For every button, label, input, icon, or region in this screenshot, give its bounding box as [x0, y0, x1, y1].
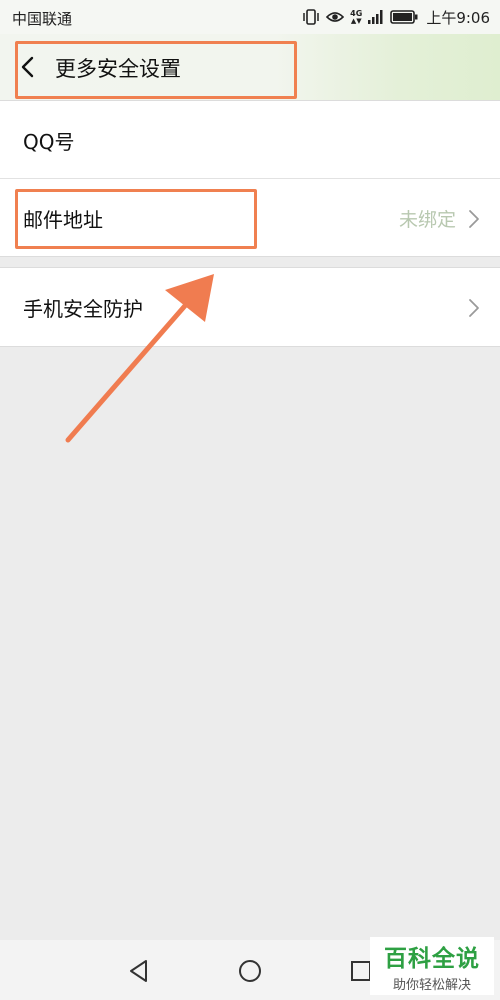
chevron-right-icon	[469, 299, 479, 317]
watermark-logo: 百科全说 助你轻松解决	[370, 937, 494, 995]
nav-back-icon[interactable]	[126, 958, 152, 984]
row-label-email: 邮件地址	[23, 208, 103, 232]
signal-icon	[368, 10, 383, 24]
chevron-right-icon	[469, 210, 479, 228]
settings-group-account: QQ号 邮件地址 未绑定	[0, 100, 500, 257]
settings-group-phone: 手机安全防护	[0, 267, 500, 347]
email-status-value: 未绑定	[398, 209, 456, 231]
vibrate-icon	[303, 9, 319, 25]
page-title: 更多安全设置	[55, 57, 181, 81]
status-icons: 4G ▲▼ 上午9:06	[296, 6, 490, 28]
header-bar: 更多安全设置	[0, 34, 500, 100]
carrier-label: 中国联通	[12, 10, 73, 28]
status-bar: 中国联通 4G ▲▼ 上午9:06	[0, 0, 500, 34]
clock: 上午9:06	[426, 8, 490, 27]
battery-icon	[390, 10, 418, 24]
eye-icon	[326, 12, 345, 22]
row-label-qq: QQ号	[23, 130, 75, 154]
settings-row-email[interactable]: 邮件地址 未绑定	[0, 178, 500, 256]
settings-row-phone-protection[interactable]: 手机安全防护	[0, 268, 500, 345]
back-icon[interactable]	[20, 56, 36, 78]
nav-home-icon[interactable]	[237, 958, 263, 984]
watermark-subtitle: 助你轻松解决	[392, 978, 471, 993]
row-label-phone-protection: 手机安全防护	[23, 297, 143, 321]
watermark-title: 百科全说	[384, 946, 480, 972]
network-type-label: 4G ▲▼	[350, 8, 363, 25]
settings-row-qq[interactable]: QQ号	[0, 101, 500, 178]
